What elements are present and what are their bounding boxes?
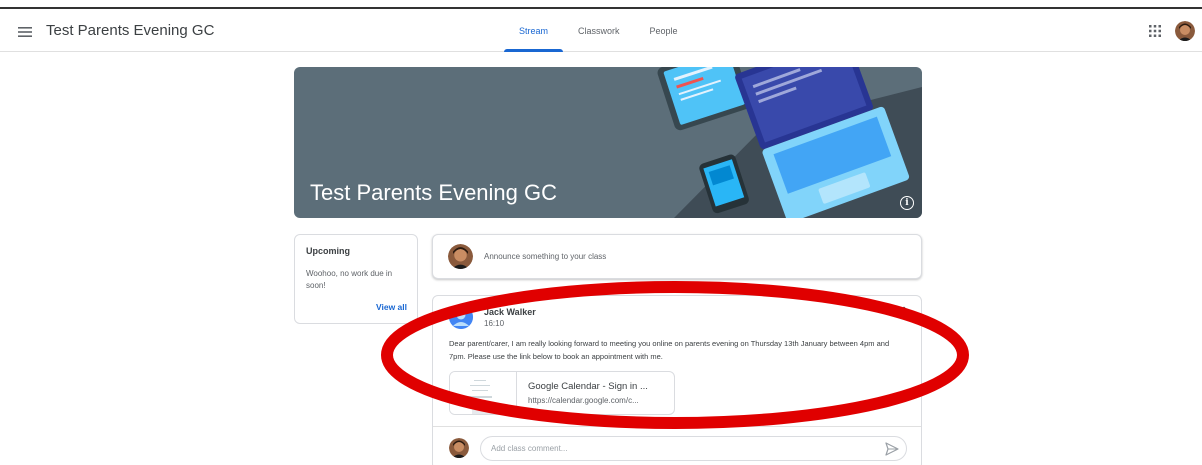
account-avatar[interactable] — [1175, 21, 1195, 41]
upcoming-title: Upcoming — [306, 246, 350, 256]
info-icon[interactable]: i — [900, 196, 914, 210]
link-url: https://calendar.google.com/c... — [528, 396, 639, 405]
tab-classwork[interactable]: Classwork — [563, 9, 635, 52]
upcoming-card: Upcoming Woohoo, no work due in soon! Vi… — [294, 234, 418, 324]
commenter-avatar — [449, 438, 469, 458]
view-all-link[interactable]: View all — [376, 302, 407, 312]
post-author[interactable]: Jack Walker — [484, 307, 536, 317]
link-attachment[interactable]: Google Calendar - Sign in ... https://ca… — [449, 371, 675, 415]
announcement-post: Jack Walker 16:10 Dear parent/carer, I a… — [432, 295, 922, 465]
calendar-thumbnail — [450, 372, 517, 414]
announce-placeholder: Announce something to your class — [484, 252, 607, 261]
comment-divider — [433, 426, 921, 427]
more-vert-icon[interactable] — [899, 306, 909, 320]
hamburger-menu-icon[interactable] — [13, 20, 37, 44]
link-title: Google Calendar - Sign in ... — [528, 381, 648, 392]
banner-title: Test Parents Evening GC — [310, 180, 558, 205]
send-icon[interactable] — [885, 442, 899, 456]
user-avatar — [448, 244, 473, 269]
tab-people[interactable]: People — [635, 9, 693, 52]
tab-stream[interactable]: Stream — [504, 9, 564, 52]
upcoming-message: Woohoo, no work due in soon! — [306, 269, 393, 290]
post-time: 16:10 — [484, 319, 505, 328]
class-tabs: Stream Classwork People — [504, 9, 693, 52]
announce-box[interactable]: Announce something to your class — [432, 234, 922, 279]
class-title[interactable]: Test Parents Evening GC — [46, 22, 214, 39]
author-avatar — [449, 305, 473, 329]
class-comment-input[interactable] — [480, 436, 907, 461]
top-app-bar: Test Parents Evening GC Stream Classwork… — [0, 9, 1202, 52]
class-banner: Test Parents Evening GC i — [294, 67, 922, 218]
post-body: Dear parent/carer, I am really looking f… — [449, 339, 890, 361]
apps-grid-icon[interactable] — [1148, 24, 1162, 38]
